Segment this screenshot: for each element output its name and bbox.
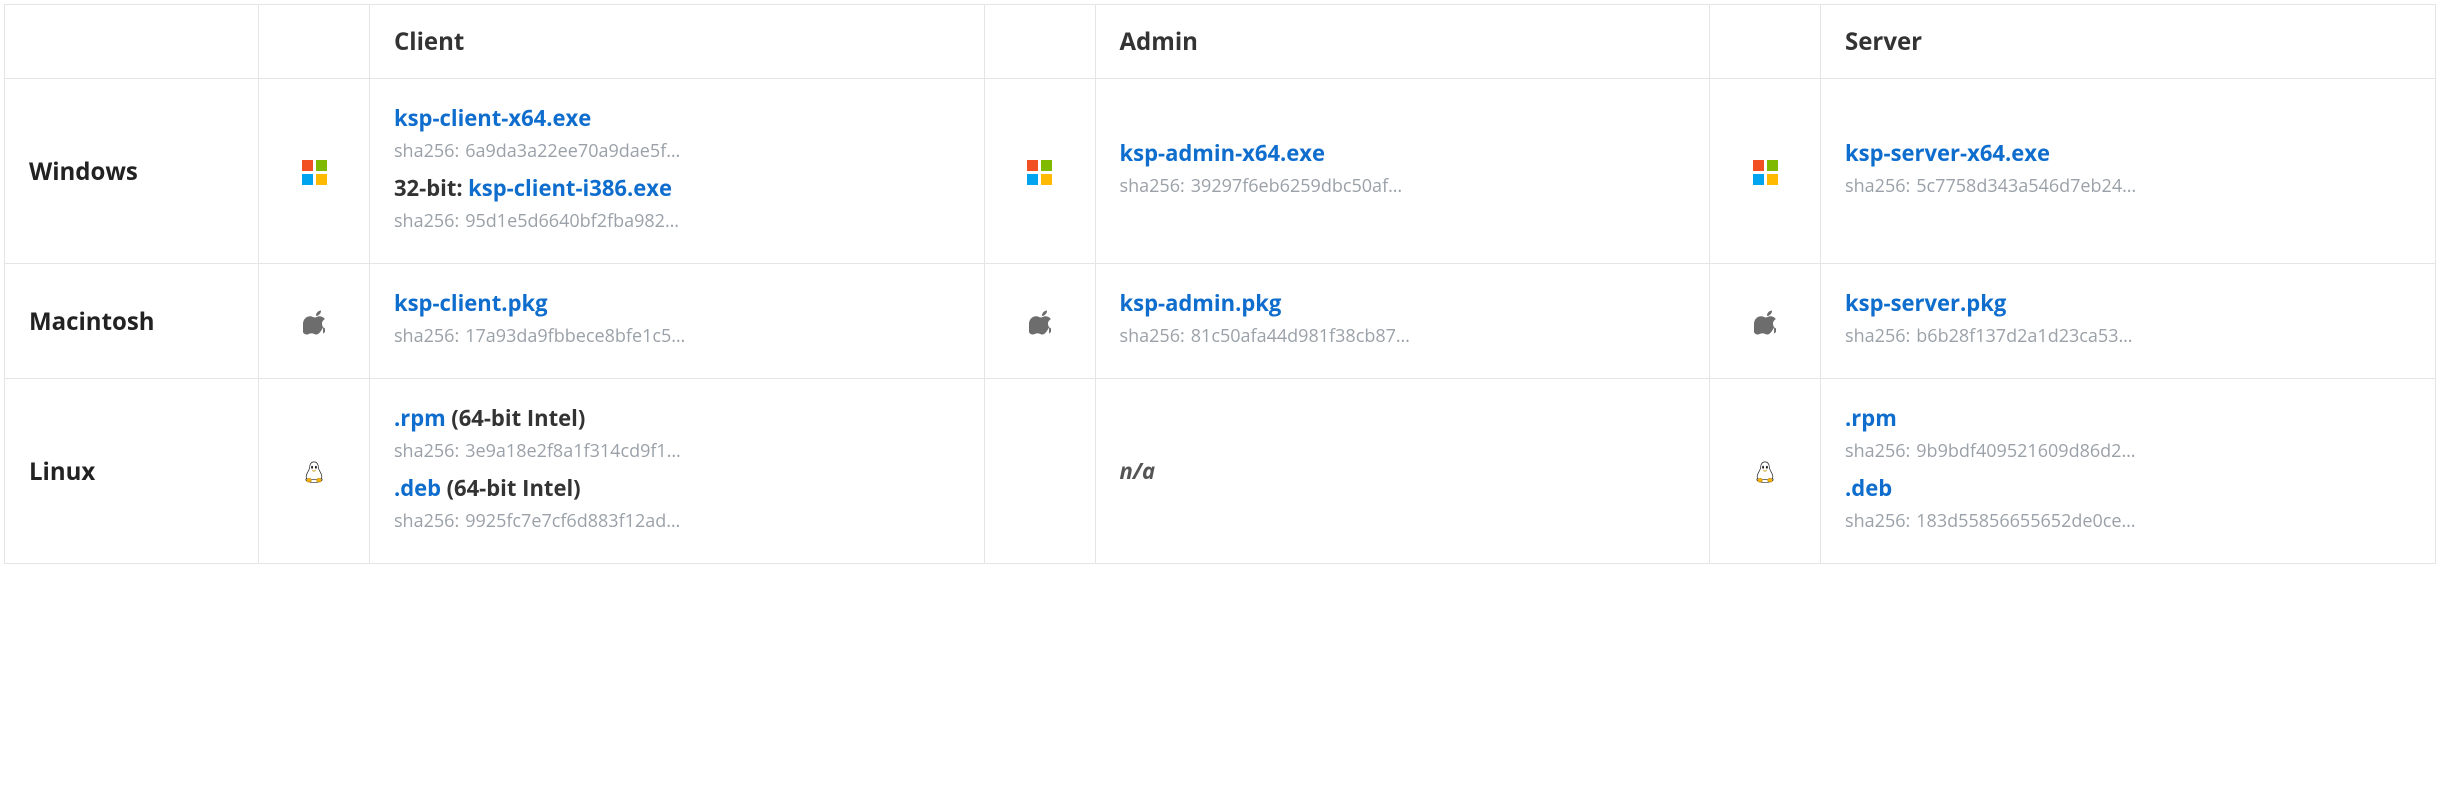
windows-icon <box>1027 160 1052 185</box>
cell-mac-client: ksp-client.pkg sha256:17a93da9fbbece8bfe… <box>369 264 984 379</box>
os-label-windows: Windows <box>5 79 259 264</box>
os-label-linux: Linux <box>5 379 259 564</box>
row-windows: Windows ksp-client-x64.exe sha256:6a9da3… <box>5 79 2436 264</box>
icon-cell-windows-admin <box>984 79 1095 264</box>
link-mac-server[interactable]: ksp-server.pkg <box>1845 288 2006 318</box>
sha-prefix: sha256: <box>394 439 459 463</box>
header-admin: Admin <box>1095 5 1710 79</box>
apple-icon <box>1754 309 1776 335</box>
windows-icon <box>302 160 327 185</box>
sha-value: 39297f6eb6259dbc50af… <box>1191 174 1402 198</box>
sha-prefix: sha256: <box>1845 509 1910 533</box>
sha-windows-client-x64: sha256:6a9da3a22ee70a9dae5f… <box>394 139 960 163</box>
linux-icon <box>302 458 326 486</box>
icon-cell-linux-server <box>1710 379 1821 564</box>
sha-windows-client-i386: sha256:95d1e5d6640bf2fba982… <box>394 209 960 233</box>
sha-windows-server: sha256:5c7758d343a546d7eb24… <box>1845 174 2411 198</box>
icon-cell-mac-server <box>1710 264 1821 379</box>
label-32bit: 32-bit: <box>394 173 463 203</box>
sha-linux-server-deb: sha256:183d55856655652de0ce… <box>1845 509 2411 533</box>
cell-linux-admin: n/a <box>1095 379 1710 564</box>
icon-cell-linux-admin <box>984 379 1095 564</box>
link-linux-server-deb[interactable]: .deb <box>1845 473 1892 503</box>
cell-mac-server: ksp-server.pkg sha256:b6b28f137d2a1d23ca… <box>1821 264 2436 379</box>
link-linux-client-rpm[interactable]: .rpm <box>394 403 446 433</box>
sha-prefix: sha256: <box>1845 439 1910 463</box>
header-client: Client <box>369 5 984 79</box>
downloads-table: Client Admin Server Windows ksp-client-x… <box>4 4 2436 564</box>
cell-windows-client: ksp-client-x64.exe sha256:6a9da3a22ee70a… <box>369 79 984 264</box>
header-empty-icon-3 <box>1710 5 1821 79</box>
cell-windows-server: ksp-server-x64.exe sha256:5c7758d343a546… <box>1821 79 2436 264</box>
sha-linux-server-rpm: sha256:9b9bdf409521609d86d2… <box>1845 439 2411 463</box>
sha-value: 6a9da3a22ee70a9dae5f… <box>465 139 680 163</box>
sha-value: 17a93da9fbbece8bfe1c5… <box>465 324 685 348</box>
apple-icon <box>303 309 325 335</box>
sha-mac-server: sha256:b6b28f137d2a1d23ca53… <box>1845 324 2411 348</box>
cell-windows-admin: ksp-admin-x64.exe sha256:39297f6eb6259db… <box>1095 79 1710 264</box>
apple-icon <box>1029 309 1051 335</box>
link-linux-server-rpm[interactable]: .rpm <box>1845 403 1897 433</box>
link-windows-client-i386[interactable]: ksp-client-i386.exe <box>468 173 672 203</box>
arch-suffix: (64-bit Intel) <box>451 403 585 433</box>
sha-linux-client-deb: sha256:9925fc7e7cf6d883f12ad… <box>394 509 960 533</box>
icon-cell-mac-admin <box>984 264 1095 379</box>
linux-admin-na: n/a <box>1120 456 1156 486</box>
cell-mac-admin: ksp-admin.pkg sha256:81c50afa44d981f38cb… <box>1095 264 1710 379</box>
sha-prefix: sha256: <box>394 509 459 533</box>
header-row: Client Admin Server <box>5 5 2436 79</box>
sha-value: b6b28f137d2a1d23ca53… <box>1916 324 2132 348</box>
sha-prefix: sha256: <box>394 324 459 348</box>
sha-windows-admin: sha256:39297f6eb6259dbc50af… <box>1120 174 1686 198</box>
link-mac-client[interactable]: ksp-client.pkg <box>394 288 548 318</box>
link-linux-client-deb[interactable]: .deb <box>394 473 441 503</box>
icon-cell-linux-client <box>259 379 370 564</box>
sha-value: 81c50afa44d981f38cb87… <box>1191 324 1410 348</box>
cell-linux-client: .rpm (64-bit Intel) sha256:3e9a18e2f8a1f… <box>369 379 984 564</box>
link-windows-server-x64[interactable]: ksp-server-x64.exe <box>1845 138 2050 168</box>
header-server: Server <box>1821 5 2436 79</box>
os-label-mac: Macintosh <box>5 264 259 379</box>
sha-mac-client: sha256:17a93da9fbbece8bfe1c5… <box>394 324 960 348</box>
sha-prefix: sha256: <box>394 209 459 233</box>
link-windows-admin-x64[interactable]: ksp-admin-x64.exe <box>1120 138 1326 168</box>
sha-mac-admin: sha256:81c50afa44d981f38cb87… <box>1120 324 1686 348</box>
sha-value: 3e9a18e2f8a1f314cd9f1… <box>465 439 681 463</box>
link-windows-client-x64[interactable]: ksp-client-x64.exe <box>394 103 591 133</box>
row-mac: Macintosh ksp-client.pkg sha256:17a93da9… <box>5 264 2436 379</box>
sha-prefix: sha256: <box>1845 174 1910 198</box>
sha-value: 9b9bdf409521609d86d2… <box>1916 439 2135 463</box>
arch-suffix: (64-bit Intel) <box>447 473 581 503</box>
sha-prefix: sha256: <box>394 139 459 163</box>
header-empty-icon-2 <box>984 5 1095 79</box>
sha-value: 183d55856655652de0ce… <box>1916 509 2135 533</box>
icon-cell-mac-client <box>259 264 370 379</box>
header-empty-os <box>5 5 259 79</box>
sha-value: 95d1e5d6640bf2fba982… <box>465 209 679 233</box>
cell-linux-server: .rpm sha256:9b9bdf409521609d86d2… .deb s… <box>1821 379 2436 564</box>
link-mac-admin[interactable]: ksp-admin.pkg <box>1120 288 1282 318</box>
sha-value: 5c7758d343a546d7eb24… <box>1916 174 2136 198</box>
icon-cell-windows-server <box>1710 79 1821 264</box>
row-linux: Linux .rpm (64-bit Intel) sha256:3e9a18e… <box>5 379 2436 564</box>
windows-icon <box>1753 160 1778 185</box>
sha-prefix: sha256: <box>1120 174 1185 198</box>
header-empty-icon-1 <box>259 5 370 79</box>
sha-prefix: sha256: <box>1845 324 1910 348</box>
sha-value: 9925fc7e7cf6d883f12ad… <box>465 509 680 533</box>
linux-icon <box>1753 458 1777 486</box>
icon-cell-windows-client <box>259 79 370 264</box>
sha-linux-client-rpm: sha256:3e9a18e2f8a1f314cd9f1… <box>394 439 960 463</box>
sha-prefix: sha256: <box>1120 324 1185 348</box>
